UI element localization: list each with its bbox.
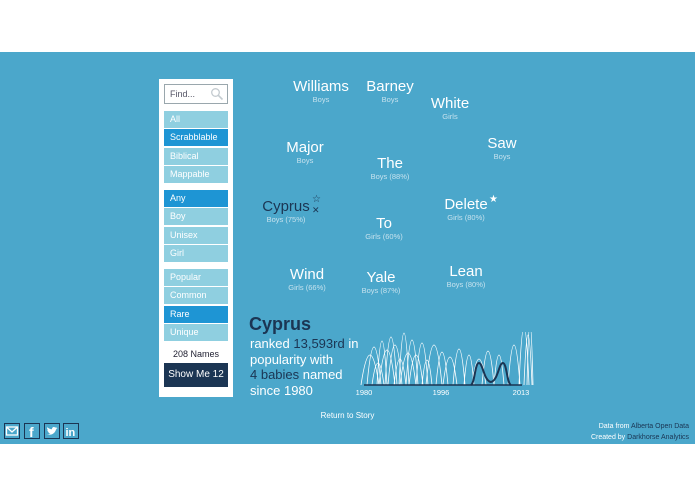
word-saw[interactable]: Saw Boys [481, 136, 523, 162]
detail-description: ranked 13,593rd in popularity with 4 bab… [250, 336, 360, 398]
word-subtitle: Boys (75%) [266, 215, 306, 224]
search-input[interactable] [165, 85, 211, 103]
word-name: White [430, 95, 470, 112]
credits-created-by: Created by [590, 434, 626, 441]
word-subtitle: Boys [381, 95, 399, 104]
word-subtitle: Girls (80%) [447, 213, 485, 222]
darkhorse-analytics-link[interactable]: Darkhorse Analytics [627, 434, 689, 441]
filter-unique[interactable]: Unique [164, 324, 228, 341]
word-subtitle: Girls [442, 112, 458, 121]
credits-data-from: Data from [598, 423, 630, 430]
alberta-open-data-link[interactable]: Alberta Open Data [631, 423, 689, 430]
word-name: To [376, 215, 392, 232]
word-lean[interactable]: Lean Boys (80%) [440, 264, 492, 290]
names-count: 208 Names [172, 349, 220, 359]
filter-any[interactable]: Any [164, 190, 228, 207]
word-white[interactable]: White Girls [424, 96, 476, 122]
filter-scrabblable[interactable]: Scrabblable [164, 129, 228, 146]
word-subtitle: Girls (66%) [288, 283, 326, 292]
text-since: since 1980 [250, 382, 313, 398]
linkedin-icon[interactable]: in [63, 423, 79, 439]
background-series-line [507, 344, 521, 386]
email-icon[interactable] [4, 423, 20, 439]
filter-unisex[interactable]: Unisex [164, 227, 228, 244]
svg-text:f: f [29, 424, 34, 439]
svg-text:in: in [66, 427, 76, 439]
credits: Data from Alberta Open Data Created by D… [591, 421, 689, 443]
text-ranked: ranked [250, 336, 290, 351]
word-major[interactable]: Major Boys [280, 140, 330, 166]
filter-popular[interactable]: Popular [164, 269, 228, 286]
text-named: named [302, 367, 343, 382]
word-name: Saw [487, 135, 517, 152]
search-box [164, 84, 228, 104]
filter-biblical[interactable]: Biblical [164, 148, 228, 165]
filter-rare[interactable]: Rare [164, 306, 228, 323]
word-name: The [377, 155, 403, 172]
word-yale[interactable]: Yale Boys (87%) [356, 270, 406, 296]
word-delete[interactable]: Delete Girls (80%) [438, 197, 494, 223]
background-series-line [452, 348, 466, 386]
star-outline-icon[interactable]: ☆ [312, 195, 321, 205]
x-tick-label: 2013 [513, 388, 530, 397]
word-name: Yale [366, 269, 396, 286]
background-series-line [435, 351, 449, 386]
facebook-icon[interactable]: f [24, 423, 40, 439]
word-subtitle: Boys (87%) [361, 286, 401, 295]
star-filled-icon[interactable]: ★ [489, 195, 498, 205]
word-subtitle: Boys [493, 152, 511, 161]
return-to-story-link[interactable]: Return to Story [0, 411, 695, 420]
background-series-line [398, 332, 410, 386]
word-subtitle: Boys (80%) [446, 280, 486, 289]
word-name: Williams [293, 78, 349, 95]
rank-value: 13,593rd [293, 336, 345, 351]
app-canvas: All Scrabblable Biblical Mappable Any Bo… [0, 52, 695, 444]
word-cyprus[interactable]: Cyprus Boys (75%) [258, 199, 314, 225]
highlight-series-line [470, 361, 512, 386]
show-me-button[interactable]: Show Me 12 [164, 363, 228, 387]
filter-all[interactable]: All [164, 111, 228, 128]
popularity-sparkline: 1980 1996 2013 [356, 332, 534, 397]
filter-sidebar: All Scrabblable Biblical Mappable Any Bo… [159, 79, 233, 397]
word-subtitle: Boys [312, 95, 330, 104]
filter-boy[interactable]: Boy [164, 208, 228, 225]
word-williams[interactable]: Williams Boys [291, 79, 351, 105]
x-tick-label: 1996 [433, 388, 450, 397]
text-popularity: popularity with [250, 351, 334, 367]
word-subtitle: Boys [296, 156, 314, 165]
word-barney[interactable]: Barney Boys [362, 79, 418, 105]
word-subtitle: Boys (88%) [370, 172, 410, 181]
babies-count: 4 babies [250, 367, 300, 382]
detail-title: Cyprus [249, 314, 312, 334]
word-name: Lean [449, 263, 483, 280]
x-tick-label: 1980 [356, 388, 373, 397]
filter-common[interactable]: Common [164, 287, 228, 304]
word-the[interactable]: The Boys (88%) [362, 156, 418, 182]
word-to[interactable]: To Girls (60%) [358, 216, 410, 242]
background-series-line [526, 332, 534, 386]
word-name: Delete [444, 196, 488, 213]
word-name: Cyprus [262, 198, 310, 215]
search-icon[interactable] [210, 87, 224, 101]
background-series-line [366, 346, 382, 386]
filter-girl[interactable]: Girl [164, 245, 228, 262]
word-name: Major [286, 139, 324, 156]
twitter-icon[interactable] [44, 423, 60, 439]
filter-mappable[interactable]: Mappable [164, 166, 228, 183]
close-icon[interactable]: ✕ [312, 205, 320, 215]
word-subtitle: Girls (60%) [365, 232, 403, 241]
word-name: Wind [289, 266, 325, 283]
background-series-line [425, 344, 443, 386]
word-wind[interactable]: Wind Girls (66%) [282, 267, 332, 293]
word-name: Barney [366, 78, 414, 95]
